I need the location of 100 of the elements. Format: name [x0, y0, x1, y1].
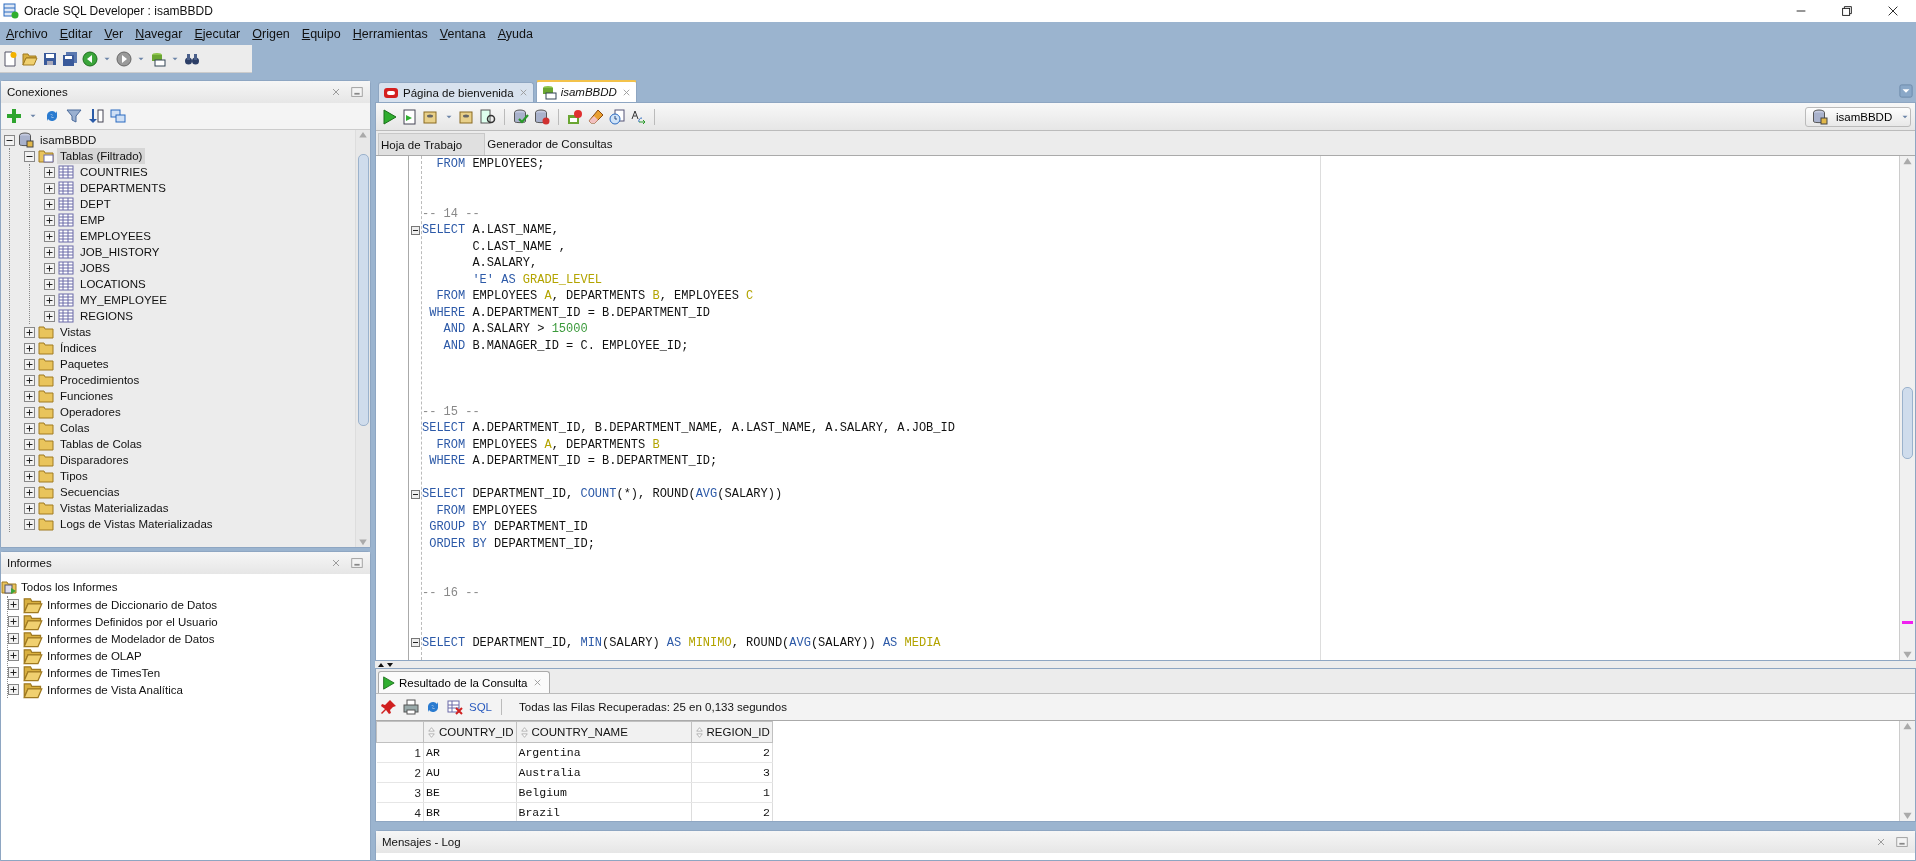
filter-icon[interactable]	[66, 108, 82, 124]
commit-icon[interactable]	[513, 108, 529, 125]
menu-item[interactable]: Ver	[98, 26, 130, 41]
expand-icon[interactable]	[44, 182, 55, 194]
close-icon[interactable]	[330, 86, 342, 98]
tree-item[interactable]: Tipos	[57, 468, 91, 484]
history-icon[interactable]	[609, 108, 625, 125]
expand-icon[interactable]	[44, 278, 55, 290]
tree-item[interactable]: Informes de Vista Analítica	[47, 683, 183, 696]
rollback-icon[interactable]	[534, 108, 550, 125]
pin-icon[interactable]	[381, 699, 397, 715]
eraser-icon[interactable]	[588, 108, 604, 125]
expand-icon[interactable]	[24, 438, 35, 450]
tree-item[interactable]: Índices	[57, 340, 100, 356]
refresh-icon[interactable]	[425, 699, 441, 715]
explain-plan-icon[interactable]	[480, 108, 496, 125]
editor-tab[interactable]: Generador de Consultas	[485, 133, 625, 155]
tree-item[interactable]: DEPT	[77, 196, 114, 212]
tree-item[interactable]: Procedimientos	[57, 372, 143, 388]
menu-item[interactable]: Equipo	[295, 26, 347, 41]
new-file-icon[interactable]	[2, 50, 18, 67]
tree-item[interactable]: Informes de Diccionario de Datos	[47, 598, 218, 611]
save-icon[interactable]	[42, 50, 58, 67]
tree-item[interactable]: Vistas	[57, 324, 95, 340]
tree-item[interactable]: DEPARTMENTS	[77, 180, 169, 196]
save-all-icon[interactable]	[62, 50, 78, 67]
scrollbar[interactable]	[1899, 156, 1915, 660]
expand-icon[interactable]	[44, 230, 55, 242]
expand-icon[interactable]	[24, 374, 35, 386]
collapse-icon[interactable]	[4, 134, 15, 146]
database-icon[interactable]	[150, 50, 166, 67]
menu-item[interactable]: Ayuda	[491, 26, 539, 41]
expand-icon[interactable]	[24, 390, 35, 402]
tree-item[interactable]: EMPLOYEES	[77, 228, 154, 244]
fold-icon[interactable]	[410, 638, 420, 648]
expand-icon[interactable]	[8, 633, 19, 644]
open-folder-icon[interactable]	[22, 50, 38, 67]
tree-item[interactable]: COUNTRIES	[77, 164, 151, 180]
expand-icon[interactable]	[24, 486, 35, 498]
split-down-icon[interactable]	[386, 660, 394, 669]
run-icon[interactable]	[381, 108, 397, 125]
menu-item[interactable]: Editar	[53, 26, 99, 41]
tree-item[interactable]: Paquetes	[57, 356, 112, 372]
close-icon[interactable]	[330, 557, 342, 569]
expand-icon[interactable]	[8, 667, 19, 678]
expand-icon[interactable]	[44, 294, 55, 306]
scrollbar[interactable]	[1899, 721, 1915, 821]
tree-item[interactable]: Funciones	[57, 388, 117, 404]
print-icon[interactable]	[403, 699, 419, 715]
expand-icon[interactable]	[24, 326, 35, 338]
document-tab[interactable]: isamBBDD	[535, 80, 637, 102]
dropdown-icon[interactable]	[1899, 84, 1913, 98]
results-tab[interactable]: Resultado de la Consulta	[378, 671, 550, 693]
expand-icon[interactable]	[8, 599, 19, 610]
expand-icon[interactable]	[24, 342, 35, 354]
expand-icon[interactable]	[24, 454, 35, 466]
reports-folder-icon[interactable]	[1, 579, 17, 595]
tree-item[interactable]: Secuencias	[57, 484, 123, 500]
expand-icon[interactable]	[8, 650, 19, 661]
expand-icon[interactable]	[44, 166, 55, 178]
fold-icon[interactable]	[410, 489, 420, 499]
database-icon[interactable]	[18, 132, 34, 148]
delete-rows-icon[interactable]	[447, 699, 463, 715]
tree-item[interactable]: Operadores	[57, 404, 124, 420]
document-tab[interactable]: Página de bienvenida	[378, 82, 534, 102]
tree-item[interactable]: Informes de OLAP	[47, 649, 142, 662]
tree-item[interactable]: isamBBDD	[37, 132, 100, 148]
add-icon[interactable]	[6, 108, 22, 124]
expand-icon[interactable]	[8, 684, 19, 695]
expand-icon[interactable]	[24, 358, 35, 370]
expand-icon[interactable]	[24, 470, 35, 482]
tree-item[interactable]: Informes de Modelador de Datos	[47, 632, 215, 645]
tree-item[interactable]: Informes Definidos por el Usuario	[47, 615, 218, 628]
menu-item[interactable]: Ventana	[433, 26, 492, 41]
autotrace-icon[interactable]	[423, 108, 439, 125]
expand-icon[interactable]	[44, 198, 55, 210]
expand-icon[interactable]	[8, 616, 19, 627]
expand-icon[interactable]	[24, 422, 35, 434]
sql-tuning-icon[interactable]	[567, 108, 583, 125]
tree-item[interactable]: Disparadores	[57, 452, 132, 468]
minimize-icon[interactable]	[350, 556, 364, 570]
close-icon[interactable]	[1875, 836, 1887, 848]
scrollbar-thumb[interactable]	[357, 154, 369, 426]
refresh-icon[interactable]	[44, 108, 60, 124]
column-header[interactable]: REGION_ID	[691, 721, 773, 743]
expand-icon[interactable]	[24, 518, 35, 530]
column-header[interactable]: COUNTRY_ID	[423, 721, 517, 743]
menu-item[interactable]: Archivo	[0, 26, 54, 41]
tree-item[interactable]: Todos los Informes	[21, 581, 118, 593]
expand-icon[interactable]	[24, 406, 35, 418]
sort-icon[interactable]	[88, 108, 104, 124]
minimize-icon[interactable]	[1895, 835, 1909, 849]
tree-item[interactable]: JOBS	[77, 260, 114, 276]
editor-tab[interactable]: Hoja de Trabajo	[378, 133, 486, 155]
expand-icon[interactable]	[44, 246, 55, 258]
menu-item[interactable]: Navegar	[129, 26, 189, 41]
menu-item[interactable]: Ejecutar	[188, 26, 247, 41]
expand-icon[interactable]	[44, 310, 55, 322]
forward-icon[interactable]	[116, 50, 132, 67]
tree-item[interactable]: Colas	[57, 420, 93, 436]
